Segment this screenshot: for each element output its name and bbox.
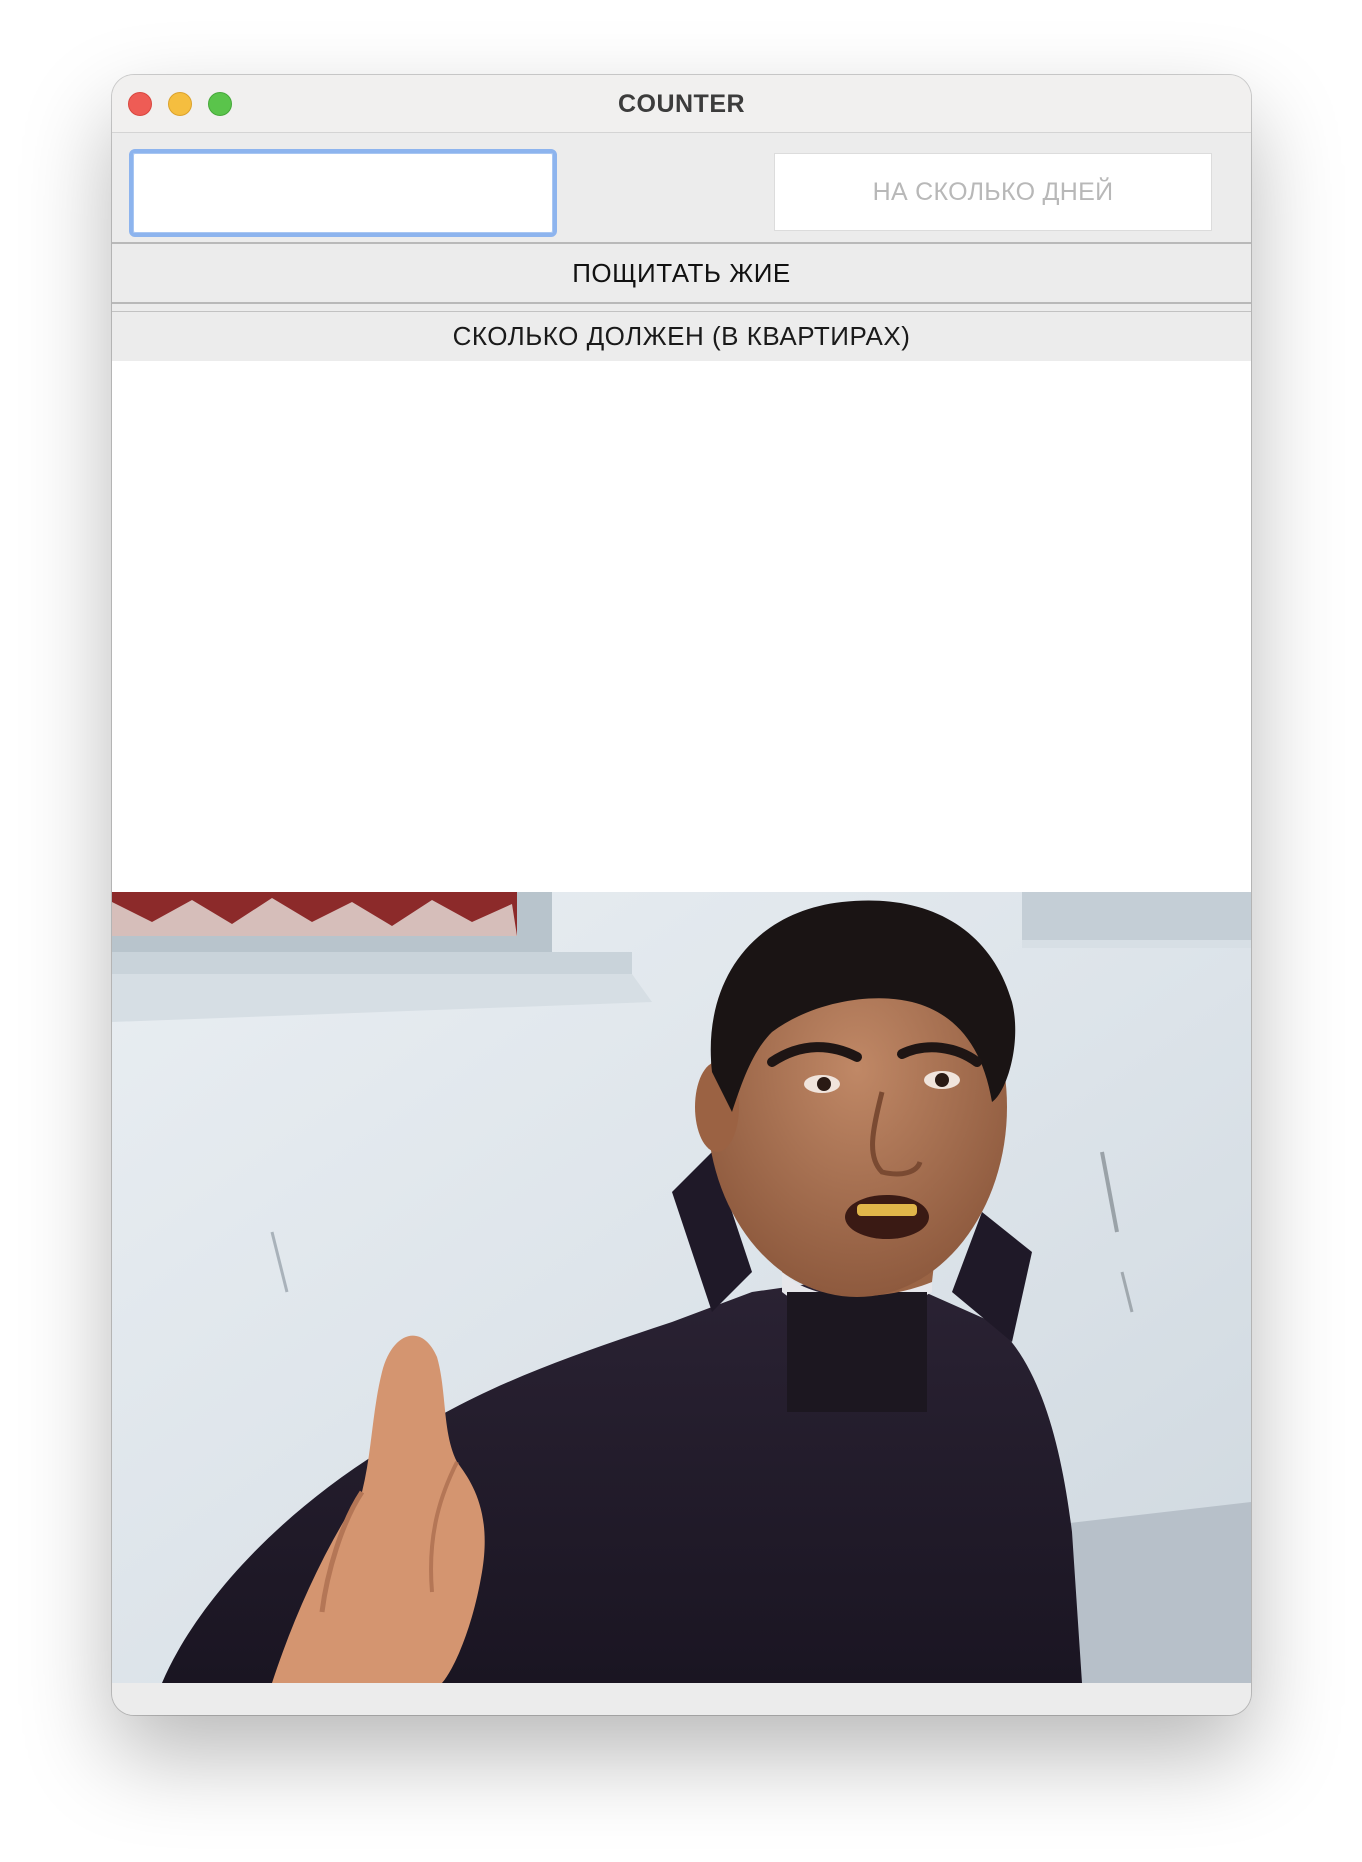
days-input[interactable]: НА СКОЛЬКО ДНЕЙ [774, 153, 1212, 231]
man-photo [112, 892, 1251, 1683]
days-input-placeholder: НА СКОЛЬКО ДНЕЙ [872, 177, 1114, 206]
count-button[interactable]: ПОЩИТАТЬ ЖИЕ [112, 242, 1251, 304]
title-bar[interactable]: COUNTER [112, 75, 1251, 133]
result-output[interactable] [112, 361, 1251, 892]
amount-input[interactable] [129, 149, 557, 237]
window-bottom-bar [112, 1683, 1251, 1715]
debt-label: СКОЛЬКО ДОЛЖЕН (В КВАРТИРАХ) [112, 311, 1251, 361]
window-title: COUNTER [617, 90, 746, 118]
app-window: COUNTER НА СКОЛЬКО ДНЕЙ ПОЩИТАТЬ ЖИЕ СКО… [112, 75, 1251, 1715]
